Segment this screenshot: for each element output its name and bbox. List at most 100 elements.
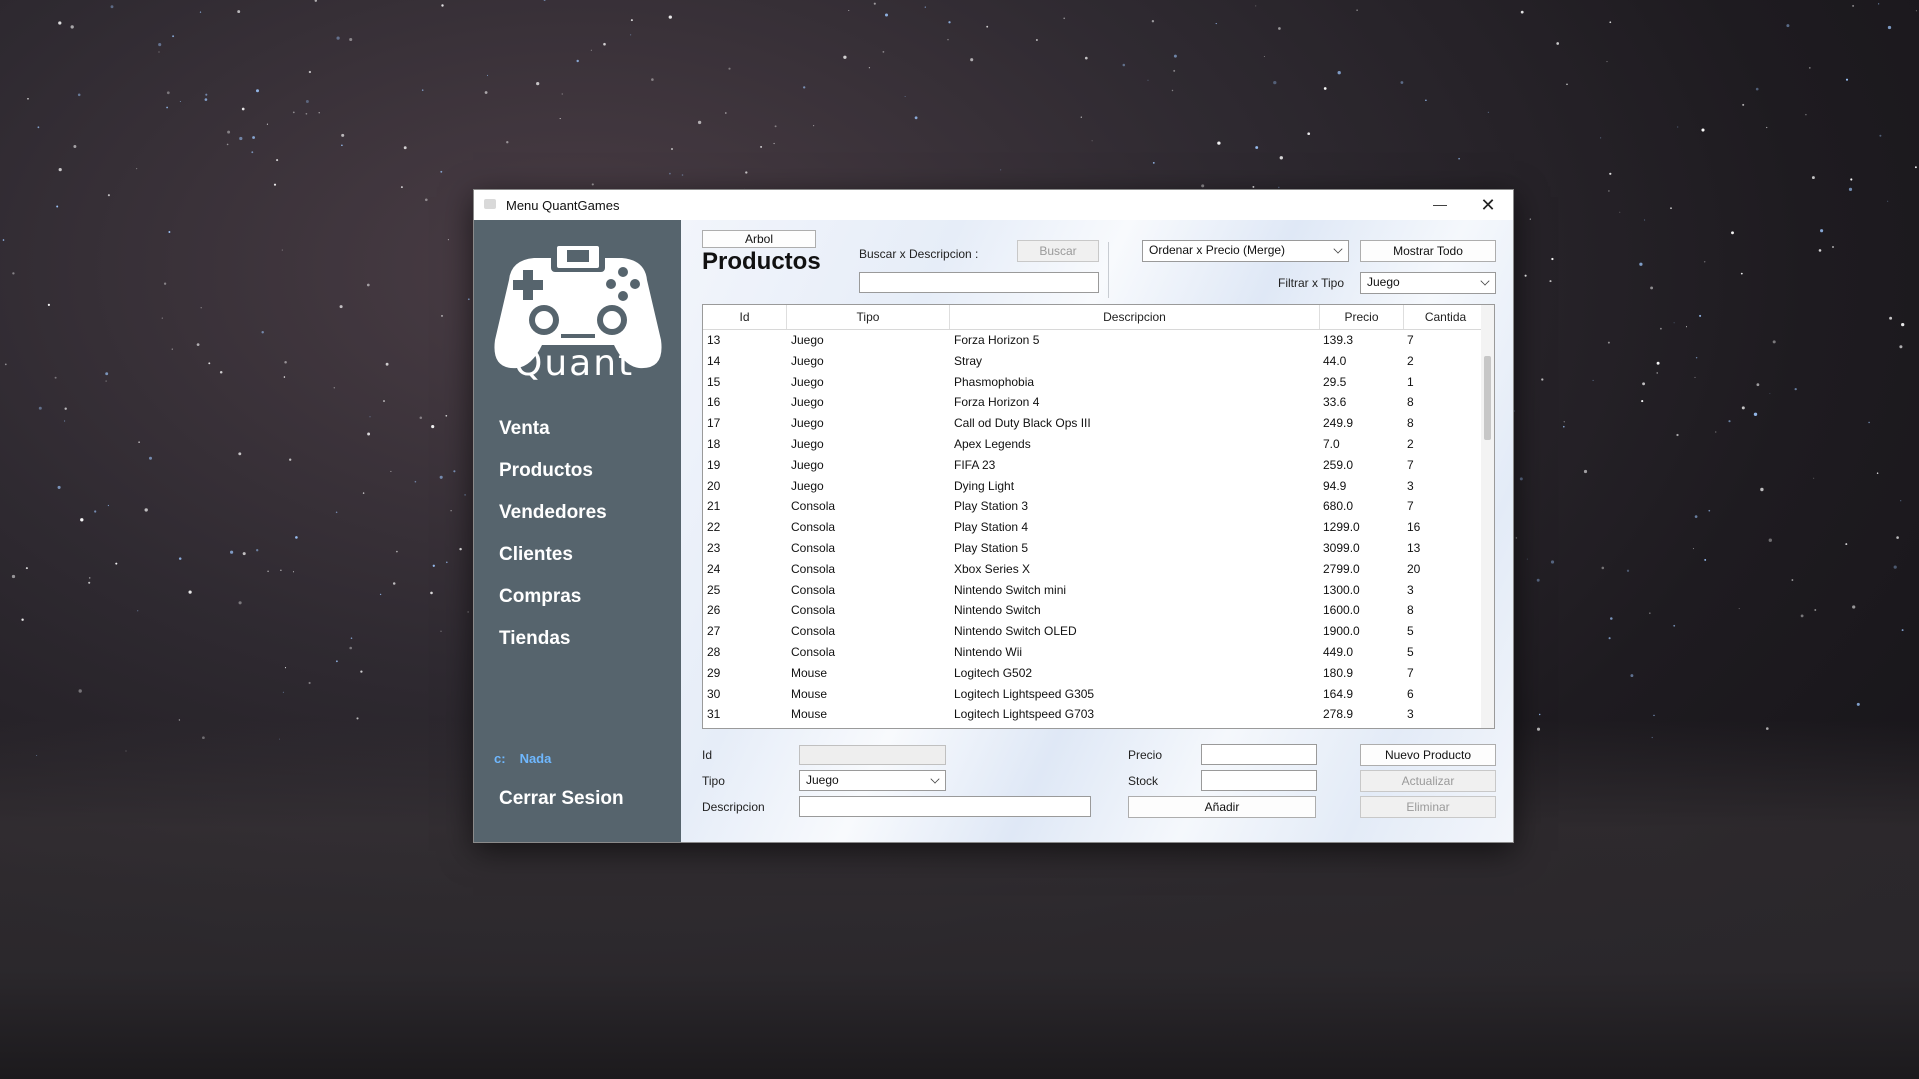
column-header-tipo[interactable]: Tipo xyxy=(787,305,950,329)
cell-precio: 1300.0 xyxy=(1323,582,1360,597)
update-button[interactable]: Actualizar xyxy=(1360,770,1496,792)
filter-type-select[interactable]: Juego xyxy=(1360,272,1496,294)
cell-cantidad: 6 xyxy=(1407,686,1414,701)
logout-button[interactable]: Cerrar Sesion xyxy=(499,788,624,810)
cell-id: 13 xyxy=(707,333,721,347)
cell-precio: 1900.0 xyxy=(1323,624,1360,639)
nav-vendedores[interactable]: Vendedores xyxy=(499,502,607,524)
table-row[interactable]: 29 Mouse Logitech G502 180.9 7 xyxy=(703,663,1481,684)
cell-id: 26 xyxy=(707,603,721,618)
precio-field[interactable] xyxy=(1201,744,1317,765)
page-title: Productos xyxy=(702,248,821,275)
table-row[interactable]: 27 Consola Nintendo Switch OLED 1900.0 5 xyxy=(703,621,1481,642)
logo-text: Quant xyxy=(514,343,635,384)
cell-precio: 3099.0 xyxy=(1323,540,1360,555)
sort-select[interactable]: Ordenar x Precio (Merge) xyxy=(1142,240,1349,262)
cell-tipo: Mouse xyxy=(791,665,828,680)
chevron-down-icon xyxy=(930,774,940,784)
table-row[interactable]: 21 Consola Play Station 3 680.0 7 xyxy=(703,496,1481,517)
cell-cantidad: 2 xyxy=(1407,436,1414,451)
cell-precio: 44.0 xyxy=(1323,353,1347,368)
table-row[interactable]: 26 Consola Nintendo Switch 1600.0 8 xyxy=(703,600,1481,621)
table-scrollbar[interactable] xyxy=(1481,305,1494,728)
cell-descripcion: Logitech Lightspeed G305 xyxy=(954,686,1095,701)
cell-descripcion: Apex Legends xyxy=(954,436,1031,451)
cell-cantidad: 5 xyxy=(1407,624,1414,639)
filter-label: Filtrar x Tipo xyxy=(1278,276,1345,290)
table-row[interactable]: 22 Consola Play Station 4 1299.0 16 xyxy=(703,517,1481,538)
cell-descripcion: Play Station 3 xyxy=(954,499,1029,514)
cell-cantidad: 5 xyxy=(1407,644,1414,659)
column-header-descripcion[interactable]: Descripcion xyxy=(950,305,1320,329)
table-row[interactable]: 19 Juego FIFA 23 259.0 7 xyxy=(703,455,1481,476)
table-row[interactable]: 18 Juego Apex Legends 7.0 2 xyxy=(703,434,1481,455)
table-row[interactable]: 16 Juego Forza Horizon 4 33.6 8 xyxy=(703,392,1481,413)
add-button[interactable]: Añadir xyxy=(1128,796,1316,818)
table-row[interactable]: 15 Juego Phasmophobia 29.5 1 xyxy=(703,372,1481,393)
table-body: 13 Juego Forza Horizon 5 139.3 7 14 Juego Stray… xyxy=(703,330,1481,725)
toolbar-divider xyxy=(1108,242,1109,298)
table-row[interactable]: 23 Consola Play Station 5 3099.0 13 xyxy=(703,538,1481,559)
table-row[interactable]: 28 Consola Nintendo Wii 449.0 5 xyxy=(703,642,1481,663)
cell-precio: 33.6 xyxy=(1323,395,1347,410)
cell-tipo: Consola xyxy=(791,582,836,597)
close-icon[interactable]: ✕ xyxy=(1473,190,1503,220)
table-row[interactable]: 17 Juego Call od Duty Black Ops III 249.9 8 xyxy=(703,413,1481,434)
products-table[interactable]: Id Tipo Descripcion Precio Cantida 13 Jue… xyxy=(702,304,1495,729)
tipo-label: Tipo xyxy=(702,774,725,788)
cell-id: 17 xyxy=(707,416,721,431)
cell-id: 16 xyxy=(707,395,721,410)
descripcion-field[interactable] xyxy=(799,796,1091,817)
cell-descripcion: Logitech G502 xyxy=(954,665,1033,680)
cell-precio: 94.9 xyxy=(1323,478,1347,493)
cell-tipo: Consola xyxy=(791,603,836,618)
table-row[interactable]: 25 Consola Nintendo Switch mini 1300.0 3 xyxy=(703,580,1481,601)
cell-cantidad: 7 xyxy=(1407,499,1414,514)
nav-venta[interactable]: Venta xyxy=(499,418,550,440)
column-header-id[interactable]: Id xyxy=(703,305,787,329)
cell-descripcion: Phasmophobia xyxy=(954,374,1035,389)
table-row[interactable]: 30 Mouse Logitech Lightspeed G305 164.9 6 xyxy=(703,684,1481,705)
table-row[interactable]: 13 Juego Forza Horizon 5 139.3 7 xyxy=(703,330,1481,351)
table-row[interactable]: 20 Juego Dying Light 94.9 3 xyxy=(703,476,1481,497)
table-row[interactable]: 14 Juego Stray 44.0 2 xyxy=(703,351,1481,372)
table-row[interactable]: 31 Mouse Logitech Lightspeed G703 278.9 3 xyxy=(703,704,1481,725)
show-all-button[interactable]: Mostrar Todo xyxy=(1360,240,1496,262)
app-icon xyxy=(484,199,496,209)
nav-productos[interactable]: Productos xyxy=(499,460,593,482)
cell-id: 31 xyxy=(707,707,721,722)
search-button[interactable]: Buscar xyxy=(1017,240,1099,262)
tree-button[interactable]: Arbol xyxy=(702,230,816,248)
filter-type-value: Juego xyxy=(1367,275,1400,289)
cell-id: 22 xyxy=(707,520,721,535)
column-header-precio[interactable]: Precio xyxy=(1320,305,1404,329)
column-header-cantidad[interactable]: Cantida xyxy=(1404,305,1487,329)
nav-tiendas[interactable]: Tiendas xyxy=(499,628,570,650)
app-window: Menu QuantGames — ✕ Quant Venta Producto… xyxy=(473,189,1514,843)
table-row[interactable]: 24 Consola Xbox Series X 2799.0 20 xyxy=(703,559,1481,580)
search-input[interactable] xyxy=(859,272,1099,293)
cell-precio: 249.9 xyxy=(1323,416,1354,431)
minimize-icon[interactable]: — xyxy=(1425,190,1455,220)
main-panel: Arbol Productos Buscar x Descripcion : B… xyxy=(681,220,1513,842)
tipo-select[interactable]: Juego xyxy=(799,770,946,791)
cell-id: 29 xyxy=(707,665,721,680)
stock-field[interactable] xyxy=(1201,770,1317,791)
delete-button[interactable]: Eliminar xyxy=(1360,796,1496,818)
cell-tipo: Juego xyxy=(791,353,824,368)
cell-precio: 7.0 xyxy=(1323,436,1340,451)
cell-id: 24 xyxy=(707,561,721,576)
new-product-button[interactable]: Nuevo Producto xyxy=(1360,744,1496,766)
cell-tipo: Consola xyxy=(791,540,836,555)
nav-compras[interactable]: Compras xyxy=(499,586,581,608)
cell-descripcion: Nintendo Switch mini xyxy=(954,582,1067,597)
cell-descripcion: FIFA 23 xyxy=(954,457,996,472)
cell-id: 28 xyxy=(707,644,721,659)
cell-id: 19 xyxy=(707,457,721,472)
chevron-down-icon xyxy=(1333,244,1343,254)
scrollbar-thumb[interactable] xyxy=(1484,356,1491,440)
nav-clientes[interactable]: Clientes xyxy=(499,544,573,566)
cell-tipo: Consola xyxy=(791,561,836,576)
cell-id: 25 xyxy=(707,582,721,597)
cell-id: 27 xyxy=(707,624,721,639)
